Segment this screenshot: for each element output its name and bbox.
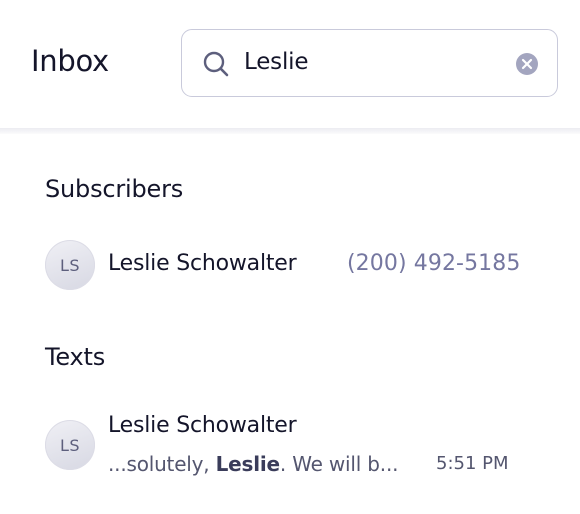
inbox-header: Inbox Leslie: [0, 0, 580, 128]
subscriber-phone: (200) 492-5185: [347, 251, 521, 276]
subscribers-section-title: Subscribers: [45, 175, 184, 203]
search-query[interactable]: Leslie: [244, 49, 308, 75]
text-sender-name: Leslie Schowalter: [108, 413, 297, 438]
page-title: Inbox: [31, 44, 109, 78]
texts-section-title: Texts: [45, 343, 106, 371]
header-divider: [0, 128, 580, 134]
clear-search-icon[interactable]: [515, 52, 539, 76]
search-input[interactable]: Leslie: [181, 29, 558, 97]
snippet-pre: ...solutely,: [108, 452, 216, 476]
snippet-post: . We will b...: [279, 452, 399, 476]
search-icon: [203, 51, 229, 77]
subscriber-name: Leslie Schowalter: [108, 251, 297, 276]
avatar: LS: [45, 240, 95, 290]
message-snippet: ...solutely, Leslie. We will b...: [108, 452, 398, 476]
message-time: 5:51 PM: [436, 453, 509, 474]
snippet-match: Leslie: [215, 452, 280, 476]
avatar: LS: [45, 420, 95, 470]
